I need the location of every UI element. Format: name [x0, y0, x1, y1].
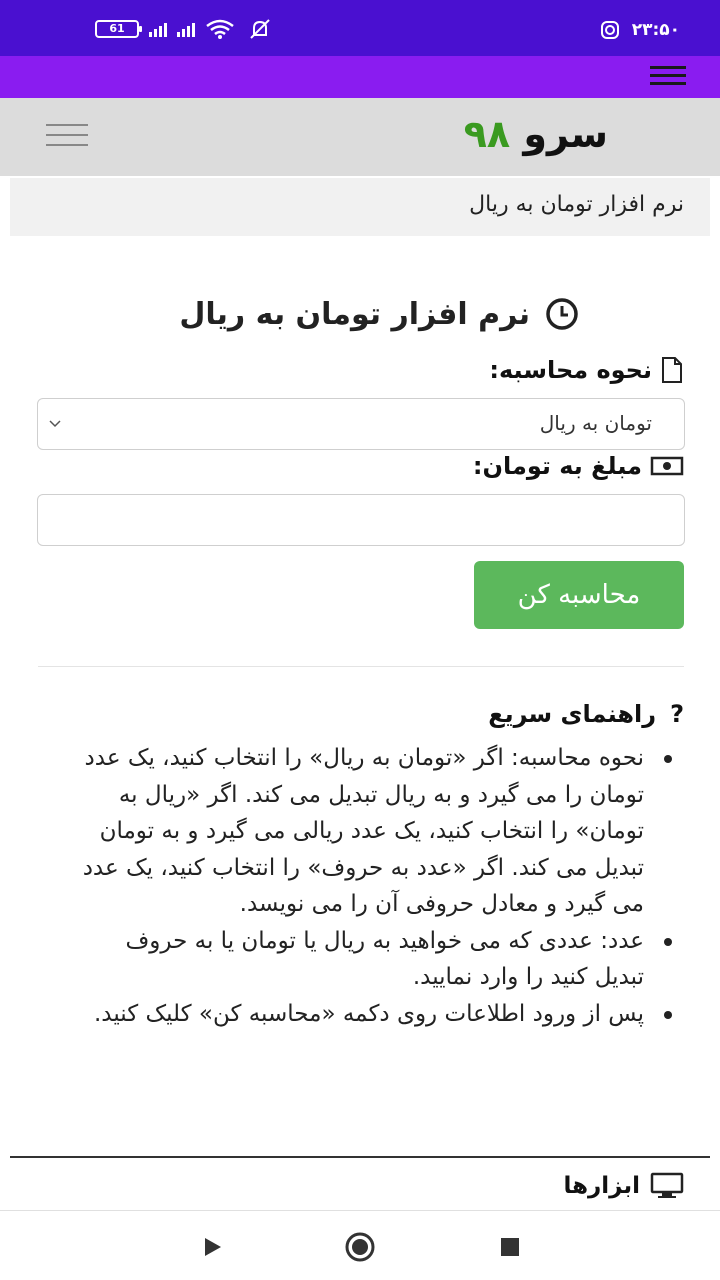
- amount-input[interactable]: [37, 494, 685, 546]
- site-logo[interactable]: سرو ۹۸: [464, 112, 608, 156]
- site-menu-button[interactable]: [46, 124, 90, 150]
- status-icons-left: 61: [95, 18, 275, 40]
- app-menu-button[interactable]: [650, 66, 688, 88]
- page-title-text: نرم افزار تومان به ریال: [179, 296, 530, 332]
- notifications-off-icon: [250, 19, 270, 39]
- back-button[interactable]: [196, 1231, 228, 1263]
- system-nav-bar: [0, 1210, 720, 1280]
- calc-mode-select[interactable]: تومان به ریال: [37, 398, 685, 450]
- calc-mode-label: نحوه محاسبه:: [489, 356, 684, 384]
- status-icons-right: ۲۳:۵۰: [600, 20, 680, 40]
- guide-item: نحوه محاسبه: اگر «تومان به ریال» را انتخ…: [74, 740, 672, 923]
- app-bar: [0, 56, 720, 98]
- battery-icon: 61: [95, 20, 142, 38]
- section-divider: [10, 1156, 710, 1158]
- page-title: نرم افزار تومان به ریال: [179, 296, 580, 332]
- guide-list: نحوه محاسبه: اگر «تومان به ریال» را انتخ…: [74, 740, 672, 1033]
- signal-icon: [149, 21, 167, 37]
- desktop-icon: [650, 1172, 684, 1198]
- guide-item: عدد: عددی که می خواهید به ریال یا تومان …: [74, 923, 672, 996]
- recents-button[interactable]: [494, 1231, 526, 1263]
- clock-icon: [546, 298, 578, 330]
- calc-mode-label-text: نحوه محاسبه:: [489, 356, 652, 384]
- amount-label-text: مبلغ به تومان:: [472, 452, 642, 480]
- tools-title: ابزارها: [563, 1172, 684, 1200]
- breadcrumb-current: نرم افزار تومان به ریال: [469, 192, 684, 217]
- breadcrumb: نرم افزار تومان به ریال: [10, 178, 710, 236]
- home-circle-icon: [345, 1232, 375, 1262]
- guide-item: پس از ورود اطلاعات روی دکمه «محاسبه کن» …: [74, 996, 672, 1033]
- logo-name: سرو: [523, 112, 608, 156]
- status-bar: 61 ۲۳:۵۰: [0, 0, 720, 56]
- guide-title: ? راهنمای سریع: [488, 700, 684, 728]
- logo-number: ۹۸: [463, 112, 511, 156]
- site-header: سرو ۹۸: [0, 98, 720, 176]
- back-triangle-icon: [205, 1238, 221, 1256]
- chevron-down-icon: [49, 420, 61, 428]
- file-icon: [662, 357, 682, 383]
- battery-level: 61: [109, 22, 125, 35]
- amount-label: مبلغ به تومان:: [473, 452, 684, 480]
- status-time: ۲۳:۵۰: [631, 20, 680, 40]
- wifi-icon: [206, 19, 234, 39]
- calc-mode-selected: تومان به ریال: [539, 411, 652, 435]
- instagram-icon: [600, 21, 619, 39]
- calculate-button[interactable]: محاسبه کن: [474, 561, 684, 629]
- question-icon: ?: [670, 700, 684, 728]
- money-icon: [650, 456, 684, 476]
- home-button[interactable]: [344, 1231, 376, 1263]
- signal-icon-2: [177, 21, 195, 37]
- guide-title-text: راهنمای سریع: [488, 700, 657, 728]
- recents-square-icon: [501, 1238, 519, 1256]
- tools-title-text: ابزارها: [563, 1173, 640, 1199]
- divider: [38, 666, 684, 667]
